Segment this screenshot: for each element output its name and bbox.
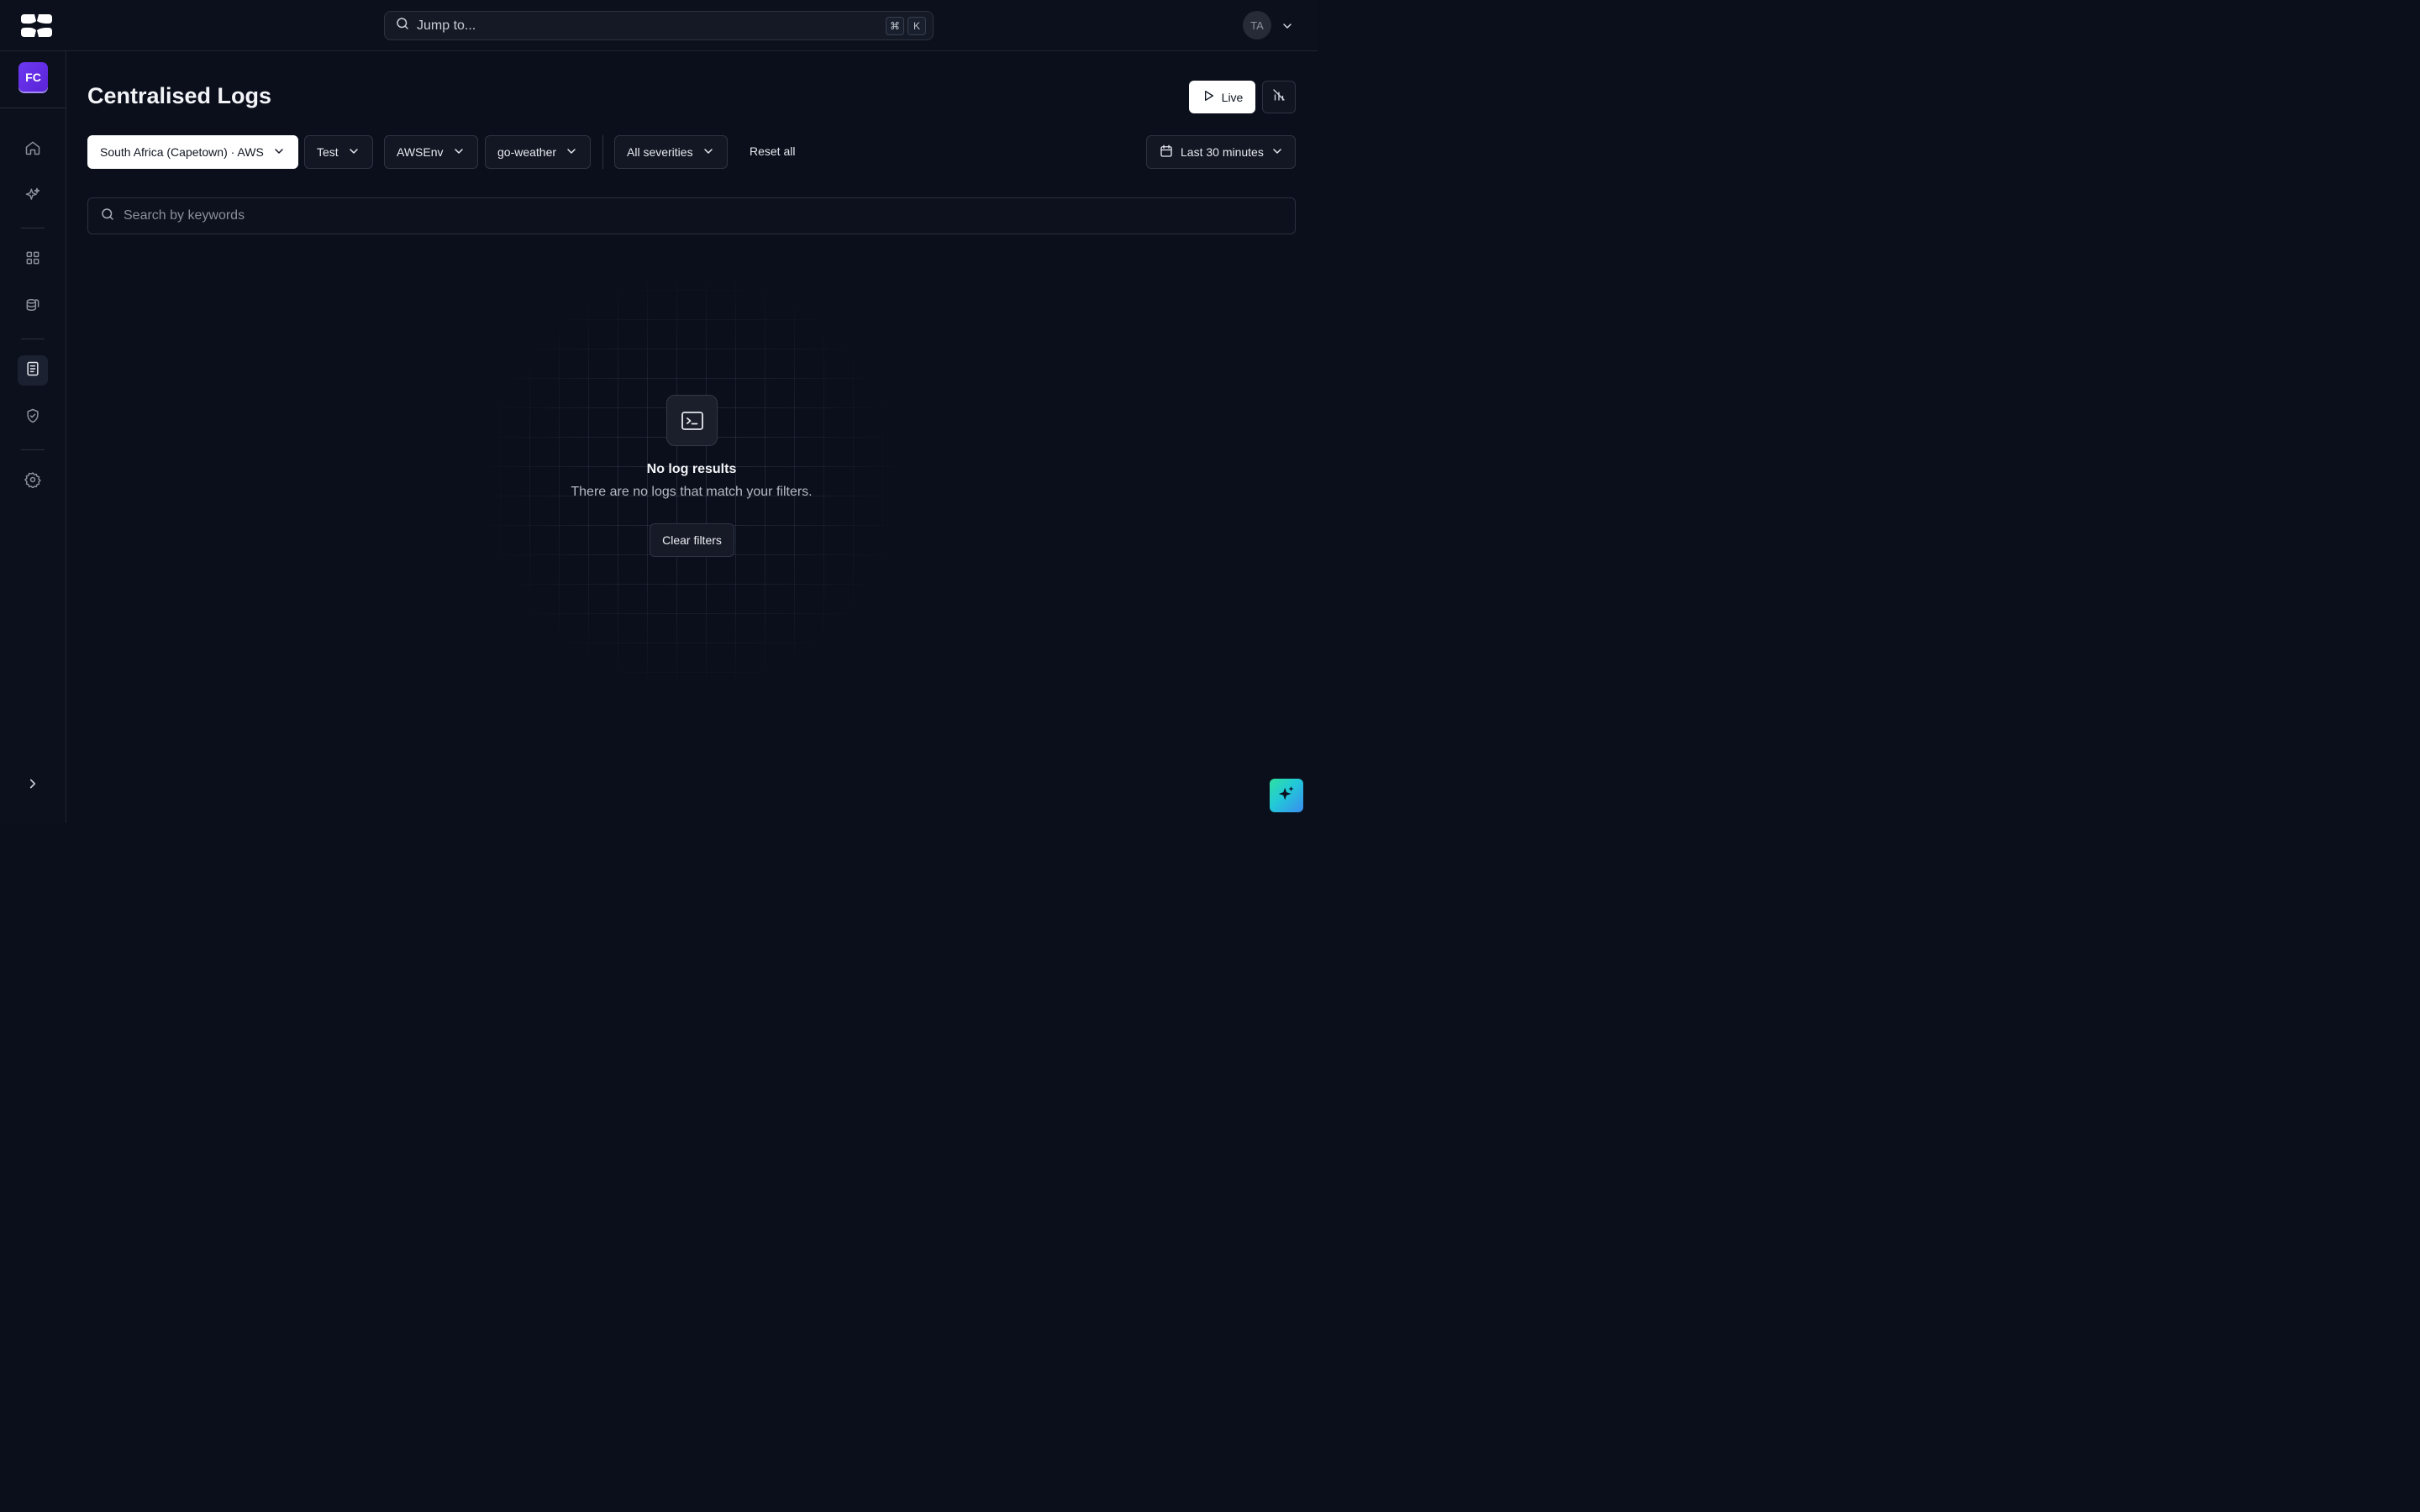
sidebar-item-logs[interactable] bbox=[18, 355, 48, 386]
sidebar-item-ai[interactable] bbox=[18, 181, 48, 212]
sidebar-item-settings[interactable] bbox=[18, 466, 48, 496]
chart-off-icon bbox=[1271, 87, 1286, 107]
search-icon bbox=[100, 207, 115, 226]
user-avatar[interactable]: TA bbox=[1243, 11, 1271, 39]
gear-icon bbox=[24, 471, 42, 492]
time-range-picker[interactable]: Last 30 minutes bbox=[1146, 135, 1296, 169]
region-filter[interactable]: South Africa (Capetown) · AWS bbox=[87, 135, 298, 169]
environment-filter[interactable]: Test bbox=[304, 135, 373, 169]
empty-state-grid-background bbox=[471, 260, 912, 701]
log-search-bar bbox=[87, 197, 1296, 234]
environment-filter-label: Test bbox=[317, 145, 339, 159]
filter-divider bbox=[602, 135, 603, 169]
empty-state-title: No log results bbox=[646, 462, 737, 476]
k-key: K bbox=[908, 17, 926, 35]
database-icon bbox=[24, 297, 41, 318]
app-logo-icon[interactable] bbox=[21, 14, 52, 37]
calendar-icon bbox=[1159, 144, 1174, 161]
empty-state-subtitle: There are no logs that match your filter… bbox=[571, 485, 813, 499]
terminal-icon bbox=[666, 395, 718, 446]
chevron-right-icon[interactable] bbox=[25, 776, 40, 795]
clear-filters-button[interactable]: Clear filters bbox=[650, 523, 734, 557]
region-filter-label: South Africa (Capetown) · AWS bbox=[100, 145, 264, 159]
severity-filter-label: All severities bbox=[627, 145, 693, 159]
reset-all-button[interactable]: Reset all bbox=[750, 144, 795, 158]
chevron-down-icon bbox=[347, 144, 360, 160]
jump-to-placeholder: Jump to... bbox=[417, 18, 476, 33]
shield-check-icon bbox=[24, 407, 41, 428]
sparkles-icon bbox=[24, 186, 41, 207]
chevron-down-icon bbox=[702, 144, 715, 160]
sparkle-icon bbox=[1277, 785, 1296, 807]
top-bar: Jump to... ⌘ K TA bbox=[0, 0, 1318, 51]
account-filter[interactable]: AWSEnv bbox=[384, 135, 478, 169]
live-label: Live bbox=[1221, 90, 1244, 104]
toggle-chart-button[interactable] bbox=[1262, 81, 1296, 113]
log-search-input[interactable] bbox=[124, 208, 1216, 223]
chevron-down-icon bbox=[1270, 144, 1284, 160]
command-key: ⌘ bbox=[886, 17, 904, 35]
page-title: Centralised Logs bbox=[87, 83, 272, 108]
severity-filter[interactable]: All severities bbox=[614, 135, 728, 169]
sidebar-item-home[interactable] bbox=[18, 134, 48, 165]
service-filter-label: go-weather bbox=[497, 145, 557, 159]
chevron-down-icon bbox=[565, 144, 578, 160]
home-icon bbox=[24, 139, 41, 160]
live-button[interactable]: Live bbox=[1189, 81, 1255, 113]
chevron-down-icon bbox=[272, 144, 286, 160]
sidebar: FC bbox=[0, 51, 66, 823]
org-switcher[interactable]: FC bbox=[18, 62, 48, 92]
chevron-down-icon[interactable] bbox=[1281, 19, 1294, 37]
ai-assistant-button[interactable] bbox=[1270, 779, 1303, 812]
sidebar-item-security[interactable] bbox=[18, 402, 48, 433]
time-range-label: Last 30 minutes bbox=[1181, 145, 1264, 159]
account-filter-label: AWSEnv bbox=[397, 145, 444, 159]
divider bbox=[21, 449, 45, 450]
logs-icon bbox=[24, 360, 41, 381]
sidebar-item-data[interactable] bbox=[18, 291, 48, 322]
grid-icon bbox=[24, 249, 41, 270]
chevron-down-icon bbox=[452, 144, 466, 160]
jump-to-search[interactable]: Jump to... ⌘ K bbox=[384, 11, 934, 40]
play-icon bbox=[1202, 89, 1215, 105]
service-filter[interactable]: go-weather bbox=[485, 135, 592, 169]
keyboard-shortcut: ⌘ K bbox=[886, 17, 926, 35]
sidebar-item-apps[interactable] bbox=[18, 244, 48, 275]
search-icon bbox=[395, 16, 410, 35]
